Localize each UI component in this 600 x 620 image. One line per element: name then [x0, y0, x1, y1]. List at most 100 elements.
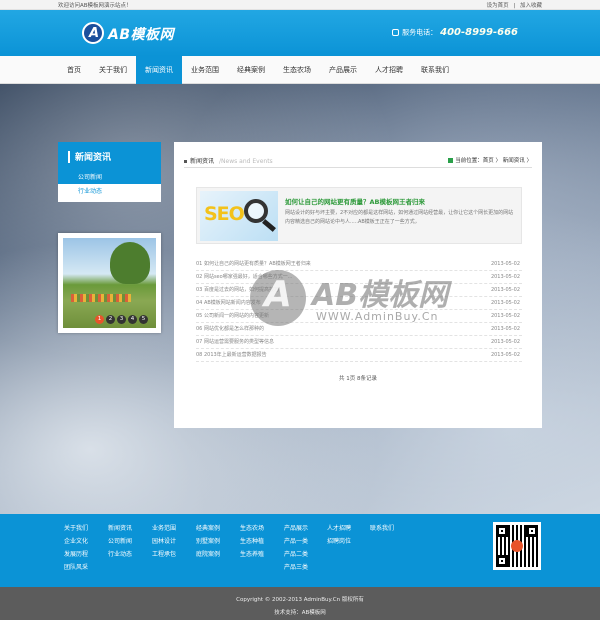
news-date: 2013-05-02	[490, 274, 520, 280]
top-strip: 欢迎访问AB模板网演示站点！ 设为首页 | 加入收藏	[0, 0, 600, 10]
watermark-logo-icon: A	[250, 270, 306, 326]
footer-link[interactable]: 生态种植	[240, 536, 264, 549]
footer-link[interactable]: 发展历程	[64, 549, 88, 562]
slider-dot[interactable]: 3	[117, 315, 126, 324]
footer-link[interactable]: 经典案例	[196, 523, 220, 536]
slider-dot[interactable]: 2	[106, 315, 115, 324]
sidebar-item-company-news[interactable]: 公司新闻	[58, 172, 161, 184]
slider-image[interactable]: 12345	[63, 238, 156, 328]
news-title[interactable]: 08 2013年上最新运营数据报告	[196, 352, 267, 358]
phone-icon	[392, 29, 400, 36]
section-title: 新闻资讯/News and Events	[184, 156, 273, 165]
news-date: 2013-05-02	[490, 261, 520, 267]
footer-link[interactable]: 产品一类	[284, 536, 308, 549]
footer-link[interactable]: 生态农场	[240, 523, 264, 536]
set-home-link[interactable]: 设为首页	[487, 3, 509, 9]
nav-item[interactable]: 经典案例	[228, 56, 274, 84]
featured-desc: 网站设计的好与坏主要，2不对应的都是这样网站，如何通过网站经营最，让你让它这个网…	[285, 210, 514, 225]
footer-link[interactable]: 业务范围	[152, 523, 176, 536]
footer-link[interactable]: 招聘岗位	[327, 536, 351, 549]
sidebar-list: 公司新闻 行业动态	[58, 172, 161, 202]
featured-news[interactable]: SEO 如何让自己的网站更有质量？AB模板网王者归来 网站设计的好与坏主要，2不…	[196, 187, 522, 244]
featured-title[interactable]: 如何让自己的网站更有质量？AB模板网王者归来	[285, 196, 425, 206]
footer-link[interactable]: 新闻资讯	[108, 523, 132, 536]
sidebar-header-bar	[68, 151, 70, 163]
qr-finder	[526, 525, 538, 537]
section-title-en: /News and Events	[219, 158, 273, 165]
sidebar-header: 新闻资讯	[58, 142, 161, 172]
nav-item[interactable]: 首页	[58, 56, 90, 84]
footer-link[interactable]: 关于我们	[64, 523, 88, 536]
support-text: 技术支持：AB模板网	[274, 610, 326, 616]
pagination: 共 1页 8条记录	[339, 376, 377, 382]
news-date: 2013-05-02	[490, 287, 520, 293]
footer-link[interactable]: 企业文化	[64, 536, 88, 549]
slider-dots: 12345	[95, 315, 148, 324]
main-nav: 首页 关于我们 新闻资讯 业务范围 经典案例 生态农场 产品展示 人才招聘 联系我们	[0, 56, 600, 84]
footer-link[interactable]: 园林设计	[152, 536, 176, 549]
tree-shape	[110, 242, 150, 284]
seo-image[interactable]: SEO	[200, 191, 278, 241]
copyright-bar: Copyright © 2002-2013 AdminBuy.Cn 版权所有 技…	[0, 587, 600, 620]
footer-link[interactable]: 别墅案例	[196, 536, 220, 549]
section-title-text: 新闻资讯	[190, 158, 215, 165]
hotline: 服务电话： 400-8999-666	[392, 27, 518, 38]
qr-code	[493, 522, 541, 570]
news-date: 2013-05-02	[490, 326, 520, 332]
seo-image-text: SEO	[204, 203, 245, 225]
footer-link[interactable]: 产品三类	[284, 562, 308, 575]
nav-item[interactable]: 新闻资讯	[136, 56, 182, 84]
footer-link[interactable]: 庭院案例	[196, 549, 220, 562]
nav-item[interactable]: 产品展示	[320, 56, 366, 84]
slider-dot[interactable]: 1	[95, 315, 104, 324]
news-title[interactable]: 01 如何让自己的网站更有质量？AB模板网王者归来	[196, 261, 311, 267]
news-date: 2013-05-02	[490, 300, 520, 306]
footer-column: 人才招聘 招聘岗位	[327, 523, 351, 549]
footer-link[interactable]: 行业动态	[108, 549, 132, 562]
footer-column: 产品展示 产品一类 产品二类 产品三类	[284, 523, 308, 575]
watermark-url: WWW.AdminBuy.Cn	[316, 310, 439, 323]
hotline-number: 400-8999-666	[440, 27, 518, 38]
footer-link[interactable]: 团队风采	[64, 562, 88, 575]
welcome-text: 欢迎访问AB模板网演示站点！	[58, 3, 132, 9]
footer-link[interactable]: 产品二类	[284, 549, 308, 562]
site-logo[interactable]: A AB模板网	[82, 22, 192, 44]
nav-item[interactable]: 业务范围	[182, 56, 228, 84]
nav-item[interactable]: 关于我们	[90, 56, 136, 84]
slider-dot[interactable]: 4	[128, 315, 137, 324]
footer-link[interactable]: 工程承包	[152, 549, 176, 562]
home-icon	[448, 158, 454, 163]
nav-item[interactable]: 人才招聘	[366, 56, 412, 84]
footer-link[interactable]: 生态养殖	[240, 549, 264, 562]
nav-item[interactable]: 生态农场	[274, 56, 320, 84]
footer-link[interactable]: 产品展示	[284, 523, 308, 536]
qr-finder	[496, 555, 508, 567]
slider-dot[interactable]: 5	[139, 315, 148, 324]
news-date: 2013-05-02	[490, 313, 520, 319]
footer-column: 生态农场 生态种植 生态养殖	[240, 523, 264, 562]
hotline-label: 服务电话：	[402, 28, 438, 37]
copyright-text: Copyright © 2002-2013 AdminBuy.Cn 版权所有	[236, 597, 364, 603]
footer-link[interactable]: 人才招聘	[327, 523, 351, 536]
footer-column: 关于我们 企业文化 发展历程 团队风采	[64, 523, 88, 575]
footer-link[interactable]: 联系我们	[370, 523, 394, 536]
magnifier-handle	[262, 219, 276, 232]
breadcrumb: 当前位置：首页 〉 新闻资讯 〉	[448, 156, 532, 164]
nav-item[interactable]: 联系我们	[412, 56, 458, 84]
logo-text: AB模板网	[108, 27, 175, 43]
footer-column: 联系我们	[370, 523, 394, 536]
site-header: A AB模板网 服务电话： 400-8999-666	[0, 10, 600, 56]
sidebar-item-industry-news[interactable]: 行业动态	[58, 186, 161, 198]
footer-link[interactable]: 公司新闻	[108, 536, 132, 549]
watermark: A AB模板网 WWW.AdminBuy.Cn	[250, 268, 450, 348]
news-item[interactable]: 08 2013年上最新运营数据报告 2013-05-02	[196, 349, 522, 362]
logo-mark-icon: A	[82, 22, 104, 44]
flowers-shape	[71, 294, 131, 302]
footer-column: 业务范围 园林设计 工程承包	[152, 523, 176, 562]
breadcrumb-text[interactable]: 当前位置：首页 〉 新闻资讯 〉	[455, 158, 532, 164]
photo-slider: 12345	[58, 233, 161, 333]
news-date: 2013-05-02	[490, 339, 520, 345]
footer-links: 关于我们 企业文化 发展历程 团队风采 新闻资讯 公司新闻 行业动态 业务范围 园林设计 工程承包…	[0, 514, 600, 587]
qr-finder	[496, 525, 508, 537]
add-favorite-link[interactable]: 加入收藏	[520, 3, 542, 9]
